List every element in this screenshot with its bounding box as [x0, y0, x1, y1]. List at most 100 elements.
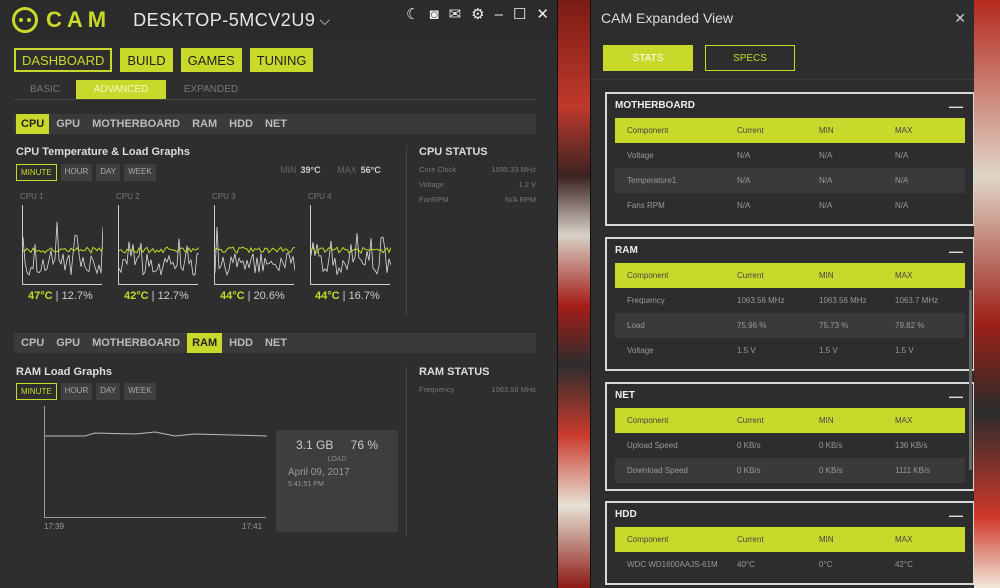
machine-name[interactable]: DESKTOP-5MCV2U9: [133, 10, 315, 31]
tab-ram[interactable]: RAM: [187, 333, 223, 353]
table-row: Download Speed 0 KB/s 0 KB/s 1111 KB/s: [615, 458, 965, 483]
tab-advanced[interactable]: ADVANCED: [76, 80, 166, 99]
cpu-core-label: CPU 1: [20, 192, 44, 201]
tab-motherboard[interactable]: MOTHERBOARD: [87, 333, 185, 353]
table-cell: Voltage: [627, 346, 654, 355]
table-cell: Load: [627, 321, 645, 330]
tab-hdd[interactable]: HDD: [224, 114, 258, 134]
range-minute[interactable]: MINUTE: [16, 164, 57, 181]
ram-status-title: RAM STATUS: [419, 366, 490, 378]
collapse-icon[interactable]: —: [949, 243, 963, 259]
core-load: 16.7%: [348, 290, 380, 302]
tab-net[interactable]: NET: [260, 114, 292, 134]
temp-line: [214, 246, 296, 254]
status-key: Core Clock: [419, 165, 457, 174]
close-icon[interactable]: ✕: [954, 10, 966, 27]
cpu-core-graph: [22, 205, 104, 285]
table-cell: 42°C: [895, 560, 913, 569]
tab-specs[interactable]: SPECS: [705, 45, 795, 71]
collapse-icon[interactable]: —: [949, 388, 963, 404]
panel-title: HDD —: [615, 507, 965, 523]
range-minute[interactable]: MINUTE: [16, 383, 57, 400]
table-cell: 1111 KB/s: [895, 466, 931, 475]
load-line: [118, 238, 200, 276]
tab-ram[interactable]: RAM: [187, 114, 222, 134]
nav-tuning[interactable]: TUNING: [249, 48, 314, 72]
ram-percent: 76 %: [350, 438, 378, 452]
camera-icon[interactable]: ◙: [430, 6, 439, 24]
ram-graphs-title: RAM Load Graphs: [16, 366, 112, 378]
close-icon[interactable]: ✕: [536, 6, 549, 24]
maximize-icon[interactable]: ☐: [513, 6, 526, 24]
status-value: 1.2 V: [518, 180, 536, 189]
column-header: Current: [737, 271, 764, 280]
tab-gpu[interactable]: GPU: [51, 114, 85, 134]
table-cell: 40°C: [737, 560, 755, 569]
range-hour[interactable]: HOUR: [60, 164, 93, 181]
panel-title-text: NET: [615, 390, 635, 401]
tab-net[interactable]: NET: [260, 333, 292, 353]
min-value: 39°C: [300, 165, 321, 175]
tab-cpu[interactable]: CPU: [16, 333, 49, 353]
stats-table: Component Current MIN MAX Frequency 1063.56 M…: [615, 263, 965, 363]
status-key: Voltage: [419, 180, 445, 189]
panel-title: NET —: [615, 388, 965, 404]
gear-icon[interactable]: ⚙: [471, 6, 484, 24]
stats-table: Component Current MIN MAX Upload Speed 0 KB/s…: [615, 408, 965, 483]
table-cell: N/A: [895, 201, 909, 210]
ram-graph-start-time: 17:39: [44, 522, 65, 531]
max-value: 56°C: [360, 165, 381, 175]
nav-dashboard[interactable]: DASHBOARD: [12, 47, 114, 73]
table-cell: 75.73 %: [819, 321, 849, 330]
table-row: Voltage 1.5 V 1.5 V 1.5 V: [615, 338, 965, 363]
table-cell: 0 KB/s: [737, 466, 761, 475]
column-header: Current: [737, 416, 764, 425]
ram-range-selector: MINUTE HOUR DAY WEEK: [16, 383, 156, 400]
table-cell: WDC WD1600AAJS-61M: [627, 560, 718, 569]
tab-cpu[interactable]: CPU: [16, 114, 50, 134]
tab-gpu[interactable]: GPU: [51, 333, 85, 353]
load-line: [22, 221, 104, 276]
panel-title: RAM —: [615, 243, 965, 259]
tab-motherboard[interactable]: MOTHERBOARD: [87, 114, 185, 134]
status-value: 1063.56 MHz: [491, 385, 536, 394]
cpu-core-label: CPU 2: [116, 192, 140, 201]
core-temp: 44°C: [220, 290, 245, 302]
collapse-icon[interactable]: —: [949, 507, 963, 523]
collapse-icon[interactable]: —: [949, 98, 963, 114]
table-cell: 79.82 %: [895, 321, 925, 330]
table-cell: Frequency: [627, 296, 665, 305]
range-day[interactable]: DAY: [96, 164, 121, 181]
component-tabs-ram: CPU GPU MOTHERBOARD RAM HDD NET: [14, 333, 536, 353]
table-cell: 0 KB/s: [819, 441, 843, 450]
cam-main-window: CAM DESKTOP-5MCV2U9 ⌵ ☾ ◙ ✉ ⚙ – ☐ ✕ DASH…: [0, 0, 558, 588]
tab-expanded[interactable]: EXPANDED: [166, 80, 256, 99]
stats-panel-motherboard: MOTHERBOARD — Component Current MIN MAX Voltag…: [605, 92, 974, 226]
table-cell: N/A: [895, 151, 909, 160]
panel-title: MOTHERBOARD —: [615, 98, 965, 114]
tab-basic[interactable]: BASIC: [14, 80, 76, 99]
range-hour[interactable]: HOUR: [60, 383, 93, 400]
view-mode-tabs: BASIC ADVANCED EXPANDED: [14, 80, 536, 100]
range-week[interactable]: WEEK: [124, 383, 156, 400]
moon-icon[interactable]: ☾: [406, 6, 419, 24]
table-header: Component Current MIN MAX: [615, 527, 965, 552]
table-row: Voltage N/A N/A N/A: [615, 143, 965, 168]
mail-icon[interactable]: ✉: [449, 6, 462, 24]
minimize-icon[interactable]: –: [495, 6, 503, 24]
column-header: MIN: [819, 535, 834, 544]
column-header: Current: [737, 126, 764, 135]
nav-games[interactable]: GAMES: [180, 48, 242, 72]
tab-stats[interactable]: STATS: [603, 45, 693, 71]
range-day[interactable]: DAY: [96, 383, 121, 400]
nav-build[interactable]: BUILD: [120, 48, 173, 72]
tab-hdd[interactable]: HDD: [224, 333, 258, 353]
chevron-down-icon[interactable]: ⌵: [319, 12, 330, 29]
table-cell: N/A: [737, 201, 751, 210]
table-cell: Voltage: [627, 151, 654, 160]
cpu-core-label: CPU 3: [212, 192, 236, 201]
table-cell: 136 KB/s: [895, 441, 928, 450]
main-nav: DASHBOARD BUILD GAMES TUNING: [12, 47, 314, 73]
scrollbar[interactable]: [969, 290, 972, 470]
range-week[interactable]: WEEK: [124, 164, 156, 181]
